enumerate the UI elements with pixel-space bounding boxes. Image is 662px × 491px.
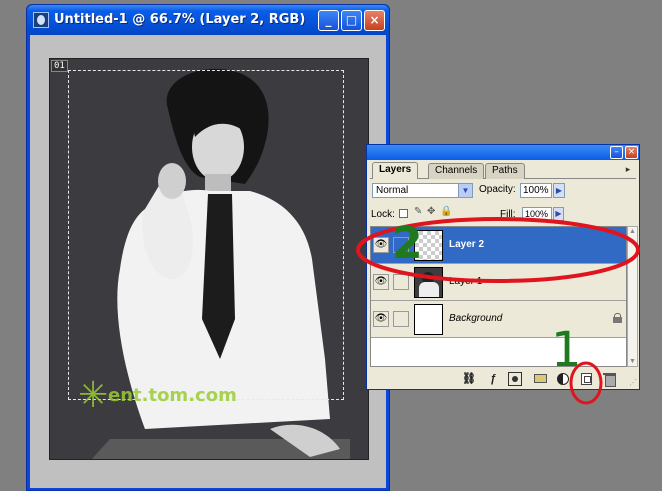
annotation-marker-2: 2 [392, 218, 423, 269]
annotation-overlay: 2 1 [356, 217, 640, 405]
annotation-marker-1: 1 [551, 322, 582, 378]
